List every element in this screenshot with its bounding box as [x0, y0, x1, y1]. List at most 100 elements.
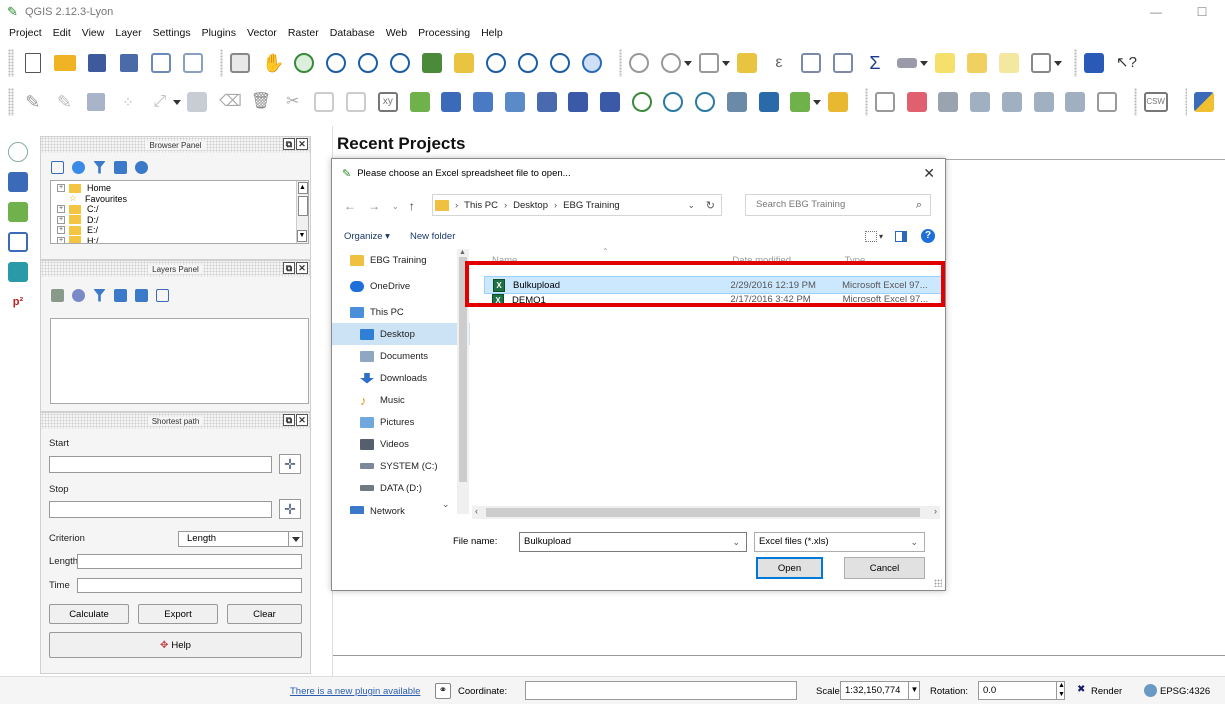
- nav-item-videos[interactable]: Videos: [332, 433, 470, 455]
- add-raster-layer-button[interactable]: [440, 90, 462, 114]
- add-vector-tool-icon[interactable]: [8, 202, 28, 222]
- search-input[interactable]: Search EBG Training ⌕: [745, 194, 931, 216]
- coordinate-toggle-icon[interactable]: ⚭: [435, 683, 451, 699]
- pin-labels-button[interactable]: [937, 90, 959, 114]
- new-bookmark-button[interactable]: [966, 51, 988, 75]
- delete-selected-button[interactable]: ⌫: [218, 90, 242, 114]
- show-hide-labels-button[interactable]: [969, 90, 991, 114]
- new-plugin-link[interactable]: There is a new plugin available: [290, 686, 420, 697]
- close-panel-button[interactable]: ✕: [296, 414, 308, 426]
- zoom-last-button[interactable]: [517, 51, 539, 75]
- statistics-button[interactable]: Σ: [864, 51, 886, 75]
- menu-web[interactable]: Web: [386, 27, 407, 39]
- globe-icon[interactable]: [1144, 684, 1157, 697]
- zoom-out-button[interactable]: [357, 51, 379, 75]
- help-button[interactable]: ✥ Help: [49, 632, 302, 658]
- tree-item-home[interactable]: + Home: [57, 183, 308, 194]
- measure-button[interactable]: [896, 51, 918, 75]
- back-arrow-icon[interactable]: ←: [344, 199, 356, 213]
- browser-scrollbar[interactable]: ▲ ▼: [296, 181, 308, 243]
- expand-all-icon[interactable]: [114, 288, 127, 302]
- select-area-button[interactable]: [698, 51, 720, 75]
- zoom-in-button[interactable]: [325, 51, 347, 75]
- nav-item-ebg-training[interactable]: EBG Training: [332, 249, 470, 271]
- show-bookmarks-button[interactable]: [998, 51, 1020, 75]
- refresh-icon[interactable]: ↻: [706, 199, 715, 212]
- zoom-full-button[interactable]: [421, 51, 443, 75]
- scroll-up-icon[interactable]: ▲: [297, 182, 308, 194]
- render-checkbox[interactable]: ✖: [1077, 684, 1089, 696]
- refresh-button[interactable]: [581, 51, 603, 75]
- filter-icon[interactable]: [93, 160, 106, 174]
- add-feature-button[interactable]: ⁘: [117, 90, 139, 114]
- identify-button[interactable]: [628, 51, 650, 75]
- float-panel-button[interactable]: ⧉: [283, 138, 295, 150]
- address-bar[interactable]: › This PC › Desktop › EBG Training ⌄ ↻: [432, 194, 722, 216]
- pan-map-button[interactable]: ✋: [261, 51, 284, 75]
- visibility-eye-icon[interactable]: [72, 288, 85, 302]
- minimize-button[interactable]: —: [1133, 0, 1179, 24]
- new-shapefile-button[interactable]: [790, 90, 812, 114]
- tree-item-favourites[interactable]: ☆ Favourites: [57, 193, 308, 205]
- coordinate-input[interactable]: [525, 681, 797, 700]
- composer-manager-button[interactable]: [182, 51, 204, 75]
- filter-legend-icon[interactable]: [93, 288, 106, 302]
- digitize-icon[interactable]: [8, 232, 28, 252]
- scroll-thumb[interactable]: [297, 196, 308, 216]
- move-label-button[interactable]: [1001, 90, 1023, 114]
- scroll-thumb[interactable]: [486, 508, 920, 517]
- add-vector-layer-button[interactable]: [409, 90, 431, 114]
- chevron-down-icon[interactable]: [288, 532, 302, 546]
- whats-this-button[interactable]: ↖?: [1115, 51, 1137, 75]
- raster-tool-icon[interactable]: [8, 262, 28, 282]
- nav-item-onedrive[interactable]: OneDrive: [332, 275, 470, 297]
- field-calculator-button[interactable]: [832, 51, 854, 75]
- chevron-down-icon[interactable]: ▾: [879, 232, 883, 241]
- touch-zoom-button[interactable]: [229, 51, 251, 75]
- collapse-all-icon[interactable]: [135, 288, 148, 302]
- add-point-tool-icon[interactable]: [8, 142, 28, 162]
- chevron-down-icon[interactable]: ⌄: [732, 533, 740, 551]
- add-spatialite-button[interactable]: [504, 90, 526, 114]
- chevron-down-icon[interactable]: [172, 99, 181, 105]
- move-feature-button[interactable]: ⤢: [149, 90, 171, 114]
- nav-item-system-c[interactable]: SYSTEM (C:): [332, 455, 470, 477]
- label-tool-button[interactable]: [874, 90, 896, 114]
- delete-feature-button[interactable]: 🗑: [250, 90, 272, 114]
- recent-locations-chevron-icon[interactable]: ⌄: [392, 202, 399, 211]
- menu-edit[interactable]: Edit: [53, 27, 71, 39]
- breadcrumb-ebg-training[interactable]: EBG Training: [563, 200, 620, 211]
- add-virtual-layer-button[interactable]: [726, 90, 748, 114]
- menu-processing[interactable]: Processing: [418, 27, 470, 39]
- chevron-down-icon[interactable]: [920, 60, 928, 66]
- chevron-down-icon[interactable]: [722, 60, 730, 66]
- float-panel-button[interactable]: ⧉: [283, 262, 295, 274]
- scroll-up-icon[interactable]: ▲: [459, 249, 466, 256]
- cut-features-button[interactable]: ✂: [282, 90, 304, 114]
- menu-plugins[interactable]: Plugins: [202, 27, 236, 39]
- organize-button[interactable]: Organize ▾: [344, 231, 390, 242]
- start-pick-button[interactable]: ✛: [279, 454, 301, 474]
- file-type-filter[interactable]: Excel files (*.xls) ⌄: [754, 532, 925, 552]
- add-selected-icon[interactable]: [51, 160, 64, 174]
- add-wms-button[interactable]: [631, 90, 653, 114]
- attribute-table-button[interactable]: [800, 51, 822, 75]
- python-console-button[interactable]: [1193, 90, 1215, 114]
- scroll-right-icon[interactable]: ›: [934, 506, 937, 516]
- rotation-spinner[interactable]: ▲ ▼: [1056, 681, 1066, 700]
- stop-pick-button[interactable]: ✛: [279, 499, 301, 519]
- menu-settings[interactable]: Settings: [153, 27, 191, 39]
- add-wcs-button[interactable]: [663, 90, 685, 114]
- menu-layer[interactable]: Layer: [115, 27, 141, 39]
- gps-tools-button[interactable]: [827, 90, 849, 114]
- chevron-down-icon[interactable]: ⌄: [442, 499, 450, 510]
- paste-features-button[interactable]: [345, 90, 367, 114]
- zoom-to-selection-button[interactable]: [453, 51, 475, 75]
- tree-item-e[interactable]: + E:/: [57, 225, 308, 236]
- chevron-down-icon[interactable]: [1054, 60, 1062, 66]
- label-properties-button[interactable]: [1096, 90, 1118, 114]
- nav-item-music[interactable]: ♪ Music: [332, 389, 470, 411]
- chevron-down-icon[interactable]: ⌄: [910, 533, 918, 551]
- view-options-icon[interactable]: [864, 230, 877, 242]
- map-tips-button[interactable]: [934, 51, 956, 75]
